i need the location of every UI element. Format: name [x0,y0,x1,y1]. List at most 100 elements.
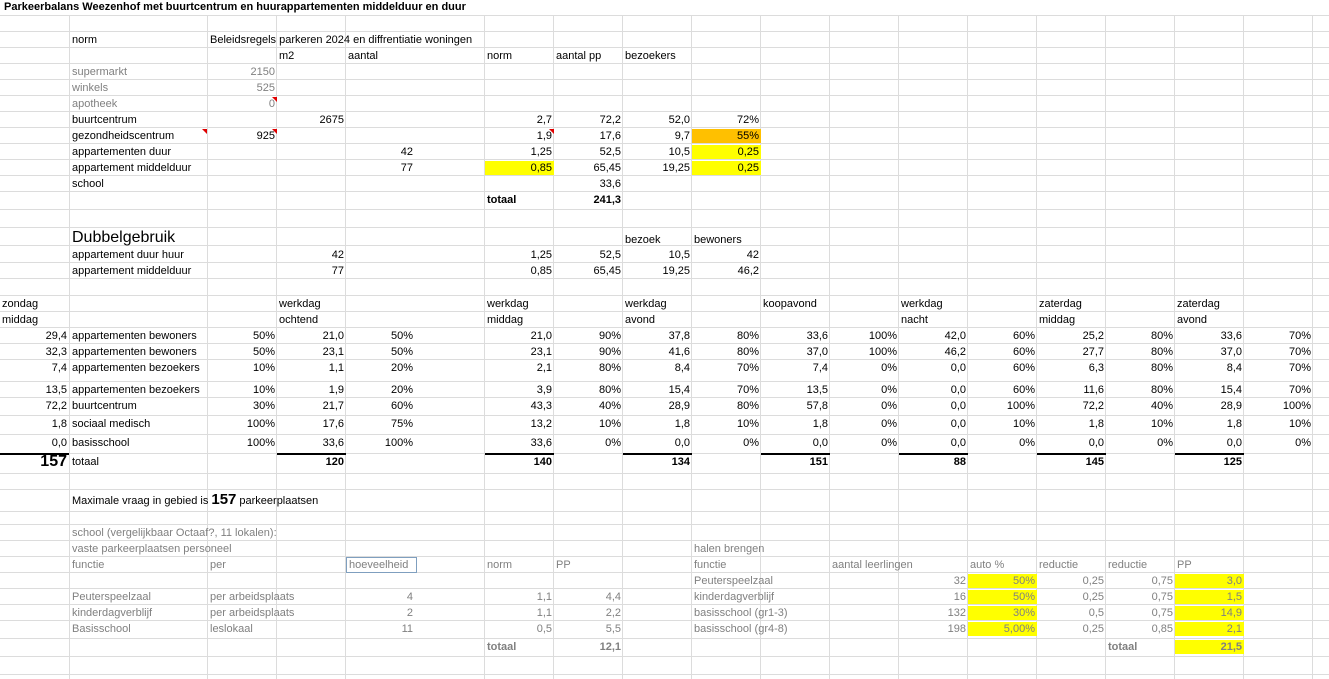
usage-row-value[interactable]: 15,4 [1175,383,1244,397]
school-subtitle[interactable]: vaste parkeerplaatsen personeel [70,542,320,556]
usage-row-value[interactable]: 75% [346,417,415,431]
usage-row-value[interactable]: 80% [1106,345,1175,359]
dubbel-row-label[interactable]: appartement middelduur [70,264,208,278]
dubbel-row-aantal[interactable]: 42 [277,248,346,262]
usage-row-label[interactable]: buurtcentrum [70,399,208,413]
usage-row-value[interactable]: 8,4 [1175,361,1244,375]
usage-row-value[interactable]: 72,2 [1037,399,1106,413]
halen-header-auto[interactable]: auto % [968,558,1037,572]
norm-row-pp[interactable]: 72,2 [554,113,623,127]
dubbel-row-bez[interactable]: 19,25 [623,264,692,278]
halen-row-auto[interactable]: 5,00% [968,622,1037,636]
school-row-per[interactable]: per arbeidsplaats [208,590,346,604]
usage-row-value[interactable]: 0% [554,436,623,450]
usage-row-value[interactable]: 40% [1106,399,1175,413]
sheet-title[interactable]: Parkeerbalans Weezenhof met buurtcentrum… [2,0,602,14]
usage-row-value[interactable]: 1,8 [761,417,830,431]
period-header-line1[interactable]: koopavond [761,297,830,311]
usage-row-value[interactable]: 50% [208,329,277,343]
usage-row-value[interactable]: 21,7 [277,399,346,413]
norm-row-label[interactable]: appartementen duur [70,145,208,159]
header-norm[interactable]: norm [70,33,208,47]
halen-row-functie[interactable]: basisschool (gr1-3) [692,606,830,620]
usage-row-label[interactable]: sociaal medisch [70,417,208,431]
period-header-line2[interactable]: avond [1175,313,1244,327]
usage-row-value[interactable]: 1,8 [1175,417,1244,431]
header-norm-col[interactable]: norm [485,49,554,63]
usage-row-value[interactable]: 80% [554,361,623,375]
usage-row-value[interactable]: 10% [1106,417,1175,431]
usage-row-value[interactable]: 57,8 [761,399,830,413]
usage-total-value[interactable]: 125 [1175,455,1244,469]
halen-row-aantal[interactable]: 16 [899,590,968,604]
usage-total-value[interactable]: 88 [899,455,968,469]
usage-row-value[interactable]: 21,0 [277,329,346,343]
school-row-functie[interactable]: Peuterspeelzaal [70,590,208,604]
dubbelgebruik-title[interactable]: Dubbelgebruik [70,229,270,247]
halen-row-red1[interactable]: 0,25 [1037,574,1106,588]
halen-row-pp[interactable]: 2,1 [1175,622,1244,636]
header-m2[interactable]: m2 [277,49,346,63]
norm-row-pp[interactable]: 65,45 [554,161,623,175]
usage-row-value[interactable]: 100% [830,329,899,343]
usage-row-value[interactable]: 80% [1106,329,1175,343]
halen-row-functie[interactable]: basisschool (gr4-8) [692,622,830,636]
norm-row-m2a[interactable]: 525 [208,81,277,95]
norm-row-bez[interactable]: 9,7 [623,129,692,143]
halen-row-pp[interactable]: 1,5 [1175,590,1244,604]
halen-row-auto[interactable]: 50% [968,574,1037,588]
period-header-line1[interactable]: werkdag [899,297,968,311]
norm-row-pp[interactable]: 52,5 [554,145,623,159]
usage-row-label[interactable]: appartementen bewoners [70,345,208,359]
dubbel-row-label[interactable]: appartement duur huur [70,248,208,262]
school-row-pp[interactable]: 4,4 [554,590,623,604]
school-row-functie[interactable]: Basisschool [70,622,208,636]
header-aantal[interactable]: aantal [346,49,415,63]
halen-row-red1[interactable]: 0,5 [1037,606,1106,620]
norm-row-label[interactable]: apotheek [70,97,208,111]
usage-row-value[interactable]: 10% [208,361,277,375]
norm-row-pp[interactable]: 17,6 [554,129,623,143]
usage-row-value[interactable]: 0% [830,383,899,397]
header-aantal-pp[interactable]: aantal pp [554,49,623,63]
usage-row-value[interactable]: 50% [208,345,277,359]
usage-row-value[interactable]: 8,4 [623,361,692,375]
norm-row-bez[interactable]: 19,25 [623,161,692,175]
period-header-line2[interactable]: avond [623,313,692,327]
norm-total-value[interactable]: 241,3 [554,193,623,207]
usage-row-value[interactable]: 0,0 [623,436,692,450]
usage-total-value[interactable]: 134 [623,455,692,469]
usage-row-value[interactable]: 2,1 [485,361,554,375]
usage-row-value[interactable]: 37,8 [623,329,692,343]
halen-row-aantal[interactable]: 32 [899,574,968,588]
usage-row-value[interactable]: 100% [830,345,899,359]
usage-row-value[interactable]: 43,3 [485,399,554,413]
norm-row-m2a[interactable]: 925 [208,129,277,143]
usage-total-value[interactable]: 145 [1037,455,1106,469]
school-row-hoev[interactable]: 2 [346,606,415,620]
halen-header-reductie1[interactable]: reductie [1037,558,1106,572]
norm-row-bez[interactable]: 52,0 [623,113,692,127]
school-row-hoev[interactable]: 11 [346,622,415,636]
usage-row-value[interactable]: 70% [692,383,761,397]
school-header-norm[interactable]: norm [485,558,554,572]
dubbel-row-bew[interactable]: 42 [692,248,761,262]
usage-row-value[interactable]: 0% [1244,436,1313,450]
school-header-hoeveelheid[interactable]: hoeveelheid [346,557,417,573]
norm-row-m2b[interactable]: 2675 [277,113,346,127]
norm-row-label[interactable]: school [70,177,208,191]
halen-header-aantal[interactable]: aantal leerlingen [830,558,968,572]
spreadsheet-grid[interactable]: Parkeerbalans Weezenhof met buurtcentrum… [0,0,1329,679]
usage-row-value[interactable]: 40% [554,399,623,413]
usage-row-value[interactable]: 1,8 [0,417,69,431]
usage-row-value[interactable]: 0,0 [1037,436,1106,450]
halen-row-aantal[interactable]: 198 [899,622,968,636]
school-row-norm[interactable]: 1,1 [485,606,554,620]
max-demand-text[interactable]: Maximale vraag in gebied is 157 parkeerpla… [70,491,470,510]
norm-row-label[interactable]: gezondheidscentrum [70,129,208,143]
usage-row-value[interactable]: 41,6 [623,345,692,359]
halen-row-pp[interactable]: 3,0 [1175,574,1244,588]
dubbel-row-bew[interactable]: 46,2 [692,264,761,278]
usage-row-value[interactable]: 37,0 [761,345,830,359]
usage-row-value[interactable]: 70% [1244,345,1313,359]
